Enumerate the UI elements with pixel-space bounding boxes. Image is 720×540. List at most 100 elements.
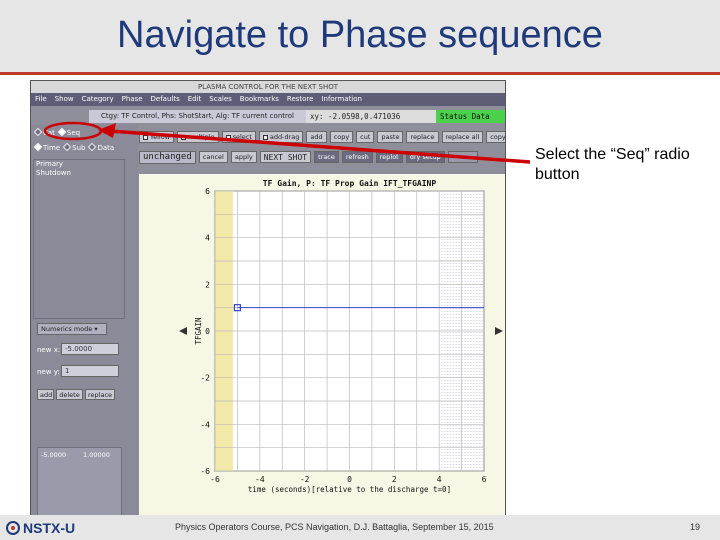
refresh-button[interactable]: refresh <box>341 151 373 163</box>
select-label: select <box>232 133 252 141</box>
window-title: PLASMA CONTROL FOR THE NEXT SHOT <box>31 81 505 93</box>
radio-diamond-icon <box>62 142 72 152</box>
nstx-logo-icon <box>6 521 20 535</box>
phase-list: Primary Shutdown <box>33 159 125 319</box>
new-x-input[interactable]: -5.0000 <box>61 343 119 355</box>
delete-button[interactable]: delete <box>56 389 83 400</box>
plot-title: TF Gain, P: TF Prop Gain IFT_TFGAINP <box>263 178 437 188</box>
checkbox-icon <box>262 134 268 140</box>
dry-setup-button[interactable]: dry setup <box>405 151 445 163</box>
radio-diamond-icon <box>57 127 67 137</box>
x-tick-label: 4 <box>437 475 442 484</box>
menu-category[interactable]: Category <box>78 93 118 106</box>
checkbox-icon <box>181 134 187 140</box>
replace-button[interactable]: replace <box>85 389 115 400</box>
yellow-toggle[interactable]: Yellow <box>139 131 175 143</box>
title-rule <box>0 72 720 75</box>
replace-all-button[interactable]: replace all <box>441 131 484 143</box>
menu-file[interactable]: File <box>31 93 51 106</box>
menu-restore[interactable]: Restore <box>283 93 318 106</box>
radio-data[interactable]: Data <box>88 142 115 152</box>
y-tick-label: 4 <box>205 234 210 243</box>
x-tick-label: 6 <box>482 475 487 484</box>
trace-button[interactable]: trace <box>314 151 339 163</box>
menu-edit[interactable]: Edit <box>184 93 206 106</box>
new-x-label: new x: <box>37 346 61 354</box>
radio-diamond-icon <box>88 142 97 152</box>
radio-time-label: Time <box>43 144 61 152</box>
menu-scales[interactable]: Scales <box>205 93 235 106</box>
edit-toolbar: Yellow multiple select add-drag add copy… <box>139 131 505 143</box>
list-item[interactable]: Shutdown <box>34 169 124 178</box>
checkbox-icon <box>143 134 148 140</box>
menu-defaults[interactable]: Defaults <box>147 93 184 106</box>
page-number: 19 <box>690 522 701 532</box>
scroll-right-icon <box>495 327 503 335</box>
y-axis-label: TFGAIN <box>194 317 203 344</box>
radio-cat-label: Cat <box>43 129 55 137</box>
radio-row-category: Cat Seq <box>33 127 81 137</box>
apply-button[interactable]: apply <box>230 151 257 163</box>
y-tick-label: -6 <box>200 467 210 476</box>
values-table: -5.0000 1.00000 <box>37 447 122 515</box>
radio-diamond-icon <box>33 142 43 152</box>
next-shot-button[interactable]: NEXT SHOT <box>259 151 312 163</box>
radio-row-time: Time Sub Data <box>33 142 115 152</box>
radio-sub[interactable]: Sub <box>62 142 86 152</box>
menu-information[interactable]: Information <box>317 93 366 106</box>
paste-button[interactable]: paste <box>377 131 404 143</box>
multiple-toggle[interactable]: multiple <box>177 131 219 143</box>
radio-data-label: Data <box>97 144 115 152</box>
radio-time[interactable]: Time <box>33 142 61 152</box>
select-toggle[interactable]: select <box>221 131 256 143</box>
new-y-label: new y: <box>37 368 60 376</box>
cut-button[interactable]: cut <box>356 131 375 143</box>
radio-seq-label: Seq <box>66 129 81 137</box>
change-status: unchanged <box>139 151 196 164</box>
cancel-button[interactable]: cancel <box>198 151 228 163</box>
scroll-left-icon <box>179 327 187 335</box>
value-y: 1.00000 <box>83 451 110 459</box>
menu-bookmarks[interactable]: Bookmarks <box>236 93 283 106</box>
y-tick-label: -4 <box>200 420 210 429</box>
add-drag-label: add-drag <box>269 133 300 141</box>
action-toolbar: unchanged cancel apply NEXT SHOT trace r… <box>139 151 478 164</box>
x-axis-label: time (seconds)[relative to the discharge… <box>248 485 451 494</box>
x-tick-label: 0 <box>347 475 352 484</box>
radio-sub-label: Sub <box>72 144 86 152</box>
blank-button[interactable] <box>447 151 478 163</box>
copy-all-button[interactable]: copy all <box>486 131 505 143</box>
radio-seq[interactable]: Seq <box>57 127 81 137</box>
add-point-button[interactable]: add <box>306 131 327 143</box>
y-tick-label: 6 <box>205 187 210 196</box>
add-drag-toggle[interactable]: add-drag <box>258 131 304 143</box>
copy-button[interactable]: copy <box>329 131 354 143</box>
waveform-plot[interactable]: -6 -4 -2 0 2 4 6 6 4 2 0 -2 -4 -6 TF Gain, P: TF Prop … <box>139 174 506 516</box>
nstx-logo: NSTX-U <box>6 519 75 537</box>
yellow-label: Yellow <box>150 133 171 141</box>
numerics-mode-dropdown[interactable]: Numerics mode ▾ <box>37 323 107 335</box>
x-tick-label: -4 <box>255 475 265 484</box>
dropdown-arrow-icon: ▾ <box>94 325 98 333</box>
plot-canvas[interactable]: -6 -4 -2 0 2 4 6 6 4 2 0 -2 -4 -6 TF Gain, P: TF Prop … <box>139 174 506 516</box>
new-y-input[interactable]: 1 <box>61 365 119 377</box>
x-tick-label: -2 <box>300 475 310 484</box>
radio-cat[interactable]: Cat <box>33 127 55 137</box>
left-panel: Cat Seq Time Sub Data Primary Shutdown N… <box>31 125 138 515</box>
y-tick-label: -2 <box>200 374 210 383</box>
checkbox-icon <box>225 134 231 140</box>
menu-phase[interactable]: Phase <box>118 93 147 106</box>
menu-show[interactable]: Show <box>51 93 78 106</box>
x-tick-label: 2 <box>392 475 397 484</box>
list-item[interactable]: Primary <box>34 160 124 169</box>
menu-bar: File Show Category Phase Defaults Edit S… <box>31 93 505 106</box>
replace-toolbar-button[interactable]: replace <box>406 131 439 143</box>
callout-text: Select the “Seq” radio button <box>535 146 690 183</box>
add-button[interactable]: add <box>37 389 54 400</box>
x-tick-label: -6 <box>210 475 220 484</box>
y-tick-label: 0 <box>205 327 210 336</box>
replot-button[interactable]: replot <box>375 151 403 163</box>
pcs-window: PLASMA CONTROL FOR THE NEXT SHOT File Sh… <box>30 80 506 516</box>
radio-diamond-icon <box>33 127 43 137</box>
y-tick-label: 2 <box>205 280 210 289</box>
